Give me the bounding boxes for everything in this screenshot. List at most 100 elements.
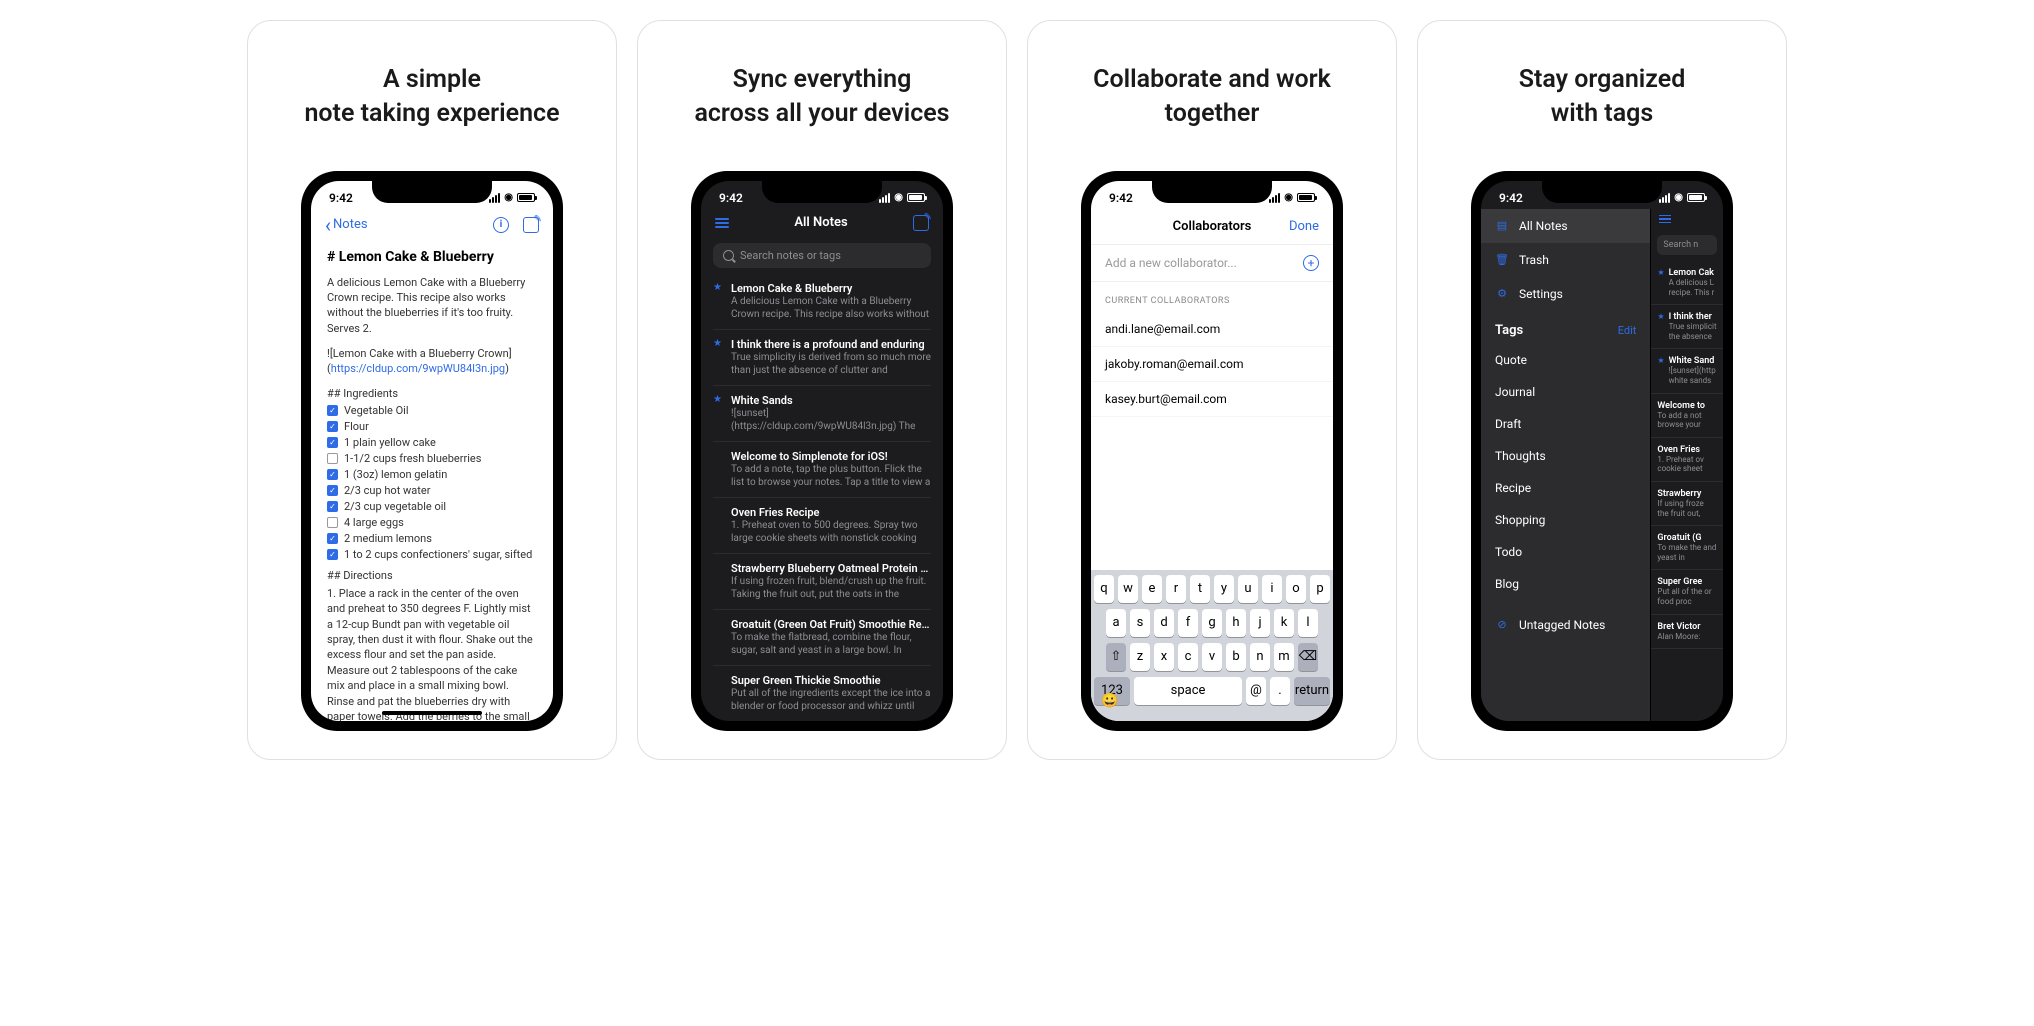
key-f[interactable]: f [1178, 609, 1198, 637]
compose-icon[interactable] [523, 217, 539, 233]
checkbox-icon[interactable]: ✓ [327, 437, 338, 448]
key-h[interactable]: h [1226, 609, 1246, 637]
ingredient-item[interactable]: ✓Flour [327, 420, 537, 433]
peek-note-item[interactable]: ★White Sand![sunset](http white sands [1651, 349, 1723, 393]
checkbox-icon[interactable]: ✓ [327, 405, 338, 416]
ingredient-item[interactable]: ✓1 plain yellow cake [327, 436, 537, 449]
ingredient-item[interactable]: 4 large eggs [327, 516, 537, 529]
key-backspace[interactable]: ⌫ [1298, 643, 1318, 671]
tag-item[interactable]: Recipe [1481, 472, 1650, 504]
key-d[interactable]: d [1154, 609, 1174, 637]
tag-item[interactable]: Blog [1481, 568, 1650, 600]
key-n[interactable]: n [1250, 643, 1270, 671]
ingredient-item[interactable]: ✓2 medium lemons [327, 532, 537, 545]
checkbox-icon[interactable] [327, 517, 338, 528]
collaborator-item[interactable]: kasey.burt@email.com [1091, 382, 1333, 417]
ingredient-item[interactable]: ✓2/3 cup hot water [327, 484, 537, 497]
checkbox-icon[interactable] [327, 453, 338, 464]
key-z[interactable]: z [1130, 643, 1150, 671]
peek-note-item[interactable]: Super GreePut all of the or food proc [1651, 570, 1723, 614]
ingredient-item[interactable]: 1-1/2 cups fresh blueberries [327, 452, 537, 465]
ingredient-item[interactable]: ✓1 (3oz) lemon gelatin [327, 468, 537, 481]
key-return[interactable]: return [1294, 677, 1330, 705]
key-t[interactable]: t [1190, 575, 1210, 603]
key-j[interactable]: j [1250, 609, 1270, 637]
key-o[interactable]: o [1286, 575, 1306, 603]
note-item[interactable]: ★Groatuit (Green Oat Fruit) Smoothie Rec… [713, 610, 931, 666]
key-i[interactable]: i [1262, 575, 1282, 603]
menu-icon[interactable] [1659, 215, 1715, 224]
collaborator-item[interactable]: andi.lane@email.com [1091, 312, 1333, 347]
tag-item[interactable]: Draft [1481, 408, 1650, 440]
note-item[interactable]: ★Welcome to Simplenote for iOS!To add a … [713, 442, 931, 498]
peek-note-item[interactable]: ★I think therTrue simplicit the absence [1651, 305, 1723, 349]
key-q[interactable]: q [1094, 575, 1114, 603]
tag-item[interactable]: Thoughts [1481, 440, 1650, 472]
key-a[interactable]: a [1106, 609, 1126, 637]
collaborator-item[interactable]: jakoby.roman@email.com [1091, 347, 1333, 382]
peek-note-item[interactable]: Oven Fries1. Preheat ov cookie sheet [1651, 438, 1723, 482]
sidebar-icon: ▤ [1495, 219, 1509, 233]
key-dot[interactable]: . [1270, 677, 1290, 705]
key-r[interactable]: r [1166, 575, 1186, 603]
peek-search[interactable]: Search n [1657, 235, 1717, 255]
sidebar-item-trash[interactable]: 🗑Trash [1481, 243, 1650, 277]
key-g[interactable]: g [1202, 609, 1222, 637]
key-x[interactable]: x [1154, 643, 1174, 671]
peek-note-item[interactable]: Welcome toTo add a not browse your [1651, 394, 1723, 438]
key-u[interactable]: u [1238, 575, 1258, 603]
menu-icon[interactable] [715, 218, 729, 228]
key-b[interactable]: b [1226, 643, 1246, 671]
key-at[interactable]: @ [1246, 677, 1266, 705]
key-p[interactable]: p [1310, 575, 1330, 603]
add-collaborator-input[interactable]: Add a new collaborator... + [1091, 245, 1333, 282]
edit-button[interactable]: Edit [1618, 324, 1637, 337]
search-input[interactable]: Search notes or tags [713, 243, 931, 268]
back-button[interactable]: Notes [325, 215, 368, 235]
key-e[interactable]: e [1142, 575, 1162, 603]
key-s[interactable]: s [1130, 609, 1150, 637]
key-y[interactable]: y [1214, 575, 1234, 603]
sidebar-item-all-notes[interactable]: ▤All Notes [1481, 209, 1650, 243]
checkbox-icon[interactable]: ✓ [327, 501, 338, 512]
peek-note-item[interactable]: Groatuit (GTo make the and yeast in [1651, 526, 1723, 570]
ingredient-item[interactable]: ✓1 to 2 cups confectioners' sugar, sifte… [327, 548, 537, 561]
key-k[interactable]: k [1274, 609, 1294, 637]
peek-note-item[interactable]: Bret VictorAlan Moore: [1651, 615, 1723, 650]
tag-item[interactable]: Journal [1481, 376, 1650, 408]
key-l[interactable]: l [1298, 609, 1318, 637]
note-item[interactable]: ★Strawberry Blueberry Oatmeal Protein Sm… [713, 554, 931, 610]
done-button[interactable]: Done [1289, 219, 1319, 234]
key-space[interactable]: space [1134, 677, 1242, 705]
note-item[interactable]: ★I think there is a profound and endurin… [713, 330, 931, 386]
checkbox-icon[interactable]: ✓ [327, 533, 338, 544]
compose-icon[interactable] [913, 215, 929, 231]
peek-note-item[interactable]: ★Lemon CakA delicious L recipe. This r [1651, 261, 1723, 305]
info-icon[interactable]: i [493, 217, 509, 233]
key-m[interactable]: m [1274, 643, 1294, 671]
checkbox-icon[interactable]: ✓ [327, 469, 338, 480]
note-item[interactable]: ★White Sands![sunset](https://cldup.com/… [713, 386, 931, 442]
note-item[interactable]: ★Lemon Cake & BlueberryA delicious Lemon… [713, 274, 931, 330]
ingredient-item[interactable]: ✓2/3 cup vegetable oil [327, 500, 537, 513]
note-body[interactable]: # Lemon Cake & Blueberry A delicious Lem… [311, 241, 553, 721]
note-item[interactable]: ★Oven Fries Recipe1. Preheat oven to 500… [713, 498, 931, 554]
tag-item[interactable]: Quote [1481, 344, 1650, 376]
image-link[interactable]: https://cldup.com/9wpWU84l3n.jpg [331, 362, 505, 375]
key-c[interactable]: c [1178, 643, 1198, 671]
tag-item[interactable]: Shopping [1481, 504, 1650, 536]
sidebar-item-settings[interactable]: ⚙Settings [1481, 277, 1650, 311]
checkbox-icon[interactable]: ✓ [327, 421, 338, 432]
key-v[interactable]: v [1202, 643, 1222, 671]
checkbox-icon[interactable]: ✓ [327, 549, 338, 560]
key-w[interactable]: w [1118, 575, 1138, 603]
add-icon[interactable]: + [1303, 255, 1319, 271]
ingredient-item[interactable]: ✓Vegetable Oil [327, 404, 537, 417]
untagged-notes[interactable]: ⊘ Untagged Notes [1481, 608, 1650, 642]
emoji-icon[interactable]: 😀 [1101, 693, 1118, 709]
tag-item[interactable]: Todo [1481, 536, 1650, 568]
checkbox-icon[interactable]: ✓ [327, 485, 338, 496]
peek-note-item[interactable]: StrawberryIf using froze the fruit out, [1651, 482, 1723, 526]
key-shift[interactable]: ⇧ [1106, 643, 1126, 671]
note-item[interactable]: ★Super Green Thickie SmoothiePut all of … [713, 666, 931, 721]
